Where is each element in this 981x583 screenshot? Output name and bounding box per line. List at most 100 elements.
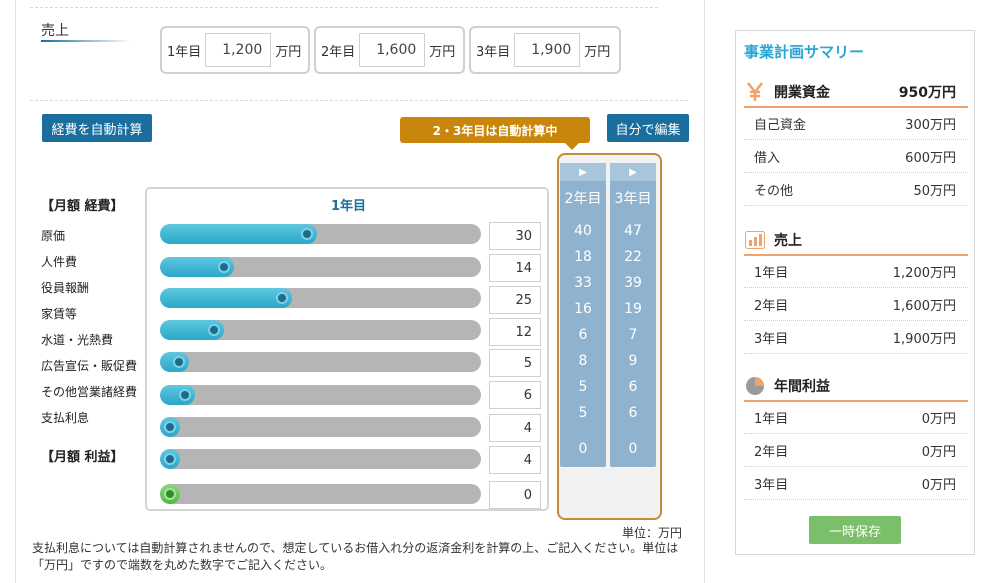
interest-note: 支払利息については自動計算されませんので、想定しているお借入れ分の返済金利を計算… — [32, 541, 679, 572]
year1-panel-title: 1年目 — [331, 199, 367, 214]
expense-slider-track[interactable] — [160, 224, 481, 244]
expense-value-input[interactable]: 4 — [489, 414, 541, 442]
year2-value: 5 — [578, 379, 588, 395]
sales-row: 3年目 1,900万円 — [744, 322, 968, 354]
year2-expand-icon[interactable]: ▶ — [560, 163, 606, 181]
expense-label: 支払利息 — [41, 411, 90, 425]
expense-value-input[interactable]: 4 — [489, 446, 541, 474]
slider-knob[interactable] — [164, 488, 176, 500]
slider-knob[interactable] — [179, 389, 191, 401]
unit-note: 単位：万円 — [622, 526, 683, 540]
row-value: 600万円 — [905, 151, 956, 166]
mid-divider — [30, 100, 688, 101]
year2-value: 16 — [574, 301, 592, 317]
profit-value-input[interactable]: 0 — [489, 481, 541, 509]
summary-title: 事業計画サマリー — [744, 43, 865, 61]
sales-year2-unit: 万円 — [429, 44, 456, 60]
row-label: 1年目 — [754, 266, 789, 281]
year2-value: 5 — [578, 405, 588, 421]
year2-value: 40 — [574, 223, 592, 239]
slider-fill — [160, 288, 292, 308]
auto-calc-button[interactable]: 経費を自動計算 — [42, 114, 152, 142]
expense-slider-track[interactable] — [160, 352, 481, 372]
row-label: 借入 — [754, 151, 781, 166]
row-value: 300万円 — [905, 118, 956, 133]
sales-label: 売上 — [41, 23, 69, 39]
capital-row: 借入 600万円 — [744, 141, 968, 173]
slider-knob[interactable] — [164, 421, 176, 433]
year2-column: ▶ 2年目 40 18 33 16 6 8 5 5 0 — [560, 163, 606, 467]
row-value: 1,600万円 — [892, 299, 956, 314]
sales-row: 2年目 1,600万円 — [744, 289, 968, 321]
expense-slider-track[interactable] — [160, 288, 481, 308]
sales-year3-input[interactable]: 1,900 — [514, 33, 581, 67]
slider-knob[interactable] — [173, 356, 185, 368]
self-edit-button[interactable]: 自分で編集 — [607, 114, 689, 142]
expense-label: その他営業諸経費 — [41, 385, 138, 399]
profit-slider-track[interactable] — [160, 484, 481, 504]
sales-year3-unit: 万円 — [584, 44, 611, 60]
save-button[interactable]: 一時保存 — [809, 516, 901, 544]
expense-value-input[interactable]: 30 — [489, 222, 541, 250]
profit-row: 3年目 0万円 — [744, 468, 968, 500]
expense-label: 役員報酬 — [41, 281, 90, 295]
capital-total: 950万円 — [898, 85, 956, 101]
capital-section-head: 開業資金 950万円 — [744, 78, 968, 108]
row-label: 1年目 — [754, 412, 789, 427]
top-divider — [30, 7, 658, 8]
expense-slider-track[interactable] — [160, 449, 481, 469]
year2-value: 6 — [578, 327, 588, 343]
year3-column: ▶ 3年目 47 22 39 19 7 9 6 6 0 — [610, 163, 656, 467]
profit-section-head: 年間利益 — [744, 372, 968, 402]
expense-slider-track[interactable] — [160, 385, 481, 405]
expense-label: 原価 — [41, 229, 66, 243]
sales-year3-box: 3年目 1,900 万円 — [469, 26, 621, 74]
row-value: 1,900万円 — [892, 332, 956, 347]
year2-value: 33 — [574, 275, 592, 291]
sales-year1-label: 1年目 — [167, 44, 202, 60]
slider-knob[interactable] — [301, 228, 313, 240]
year3-value: 0 — [628, 441, 638, 457]
sales-year3-label: 3年目 — [476, 44, 511, 60]
sales-year2-input[interactable]: 1,600 — [359, 33, 426, 67]
year3-value: 19 — [624, 301, 642, 317]
expense-value-input[interactable]: 25 — [489, 286, 541, 314]
bar-chart-icon — [744, 229, 766, 251]
expense-value-input[interactable]: 14 — [489, 254, 541, 282]
row-label: 3年目 — [754, 332, 789, 347]
expense-slider-track[interactable] — [160, 417, 481, 437]
year2-value: 18 — [574, 249, 592, 265]
sales-year2-label: 2年目 — [321, 44, 356, 60]
year3-value: 9 — [628, 353, 638, 369]
expense-label: 広告宣伝・販促費 — [41, 359, 138, 373]
year3-expand-icon[interactable]: ▶ — [610, 163, 656, 181]
year2-value: 8 — [578, 353, 588, 369]
sales-year1-unit: 万円 — [275, 44, 302, 60]
year3-value: 47 — [624, 223, 642, 239]
capital-row: 自己資金 300万円 — [744, 108, 968, 140]
expense-label: 水道・光熱費 — [41, 333, 114, 347]
slider-knob[interactable] — [208, 324, 220, 336]
year2-column-title: 2年目 — [564, 191, 602, 207]
expense-value-input[interactable]: 12 — [489, 318, 541, 346]
profit-head-label: 年間利益 — [774, 379, 830, 395]
slider-knob[interactable] — [164, 453, 176, 465]
sales-year2-box: 2年目 1,600 万円 — [314, 26, 465, 74]
row-value: 1,200万円 — [892, 266, 956, 281]
sales-section-head: 売上 — [744, 226, 968, 256]
sales-year1-input[interactable]: 1,200 — [205, 33, 272, 67]
row-label: 2年目 — [754, 299, 789, 314]
year3-value: 39 — [624, 275, 642, 291]
slider-knob[interactable] — [218, 261, 230, 273]
row-value: 0万円 — [921, 478, 956, 493]
expense-slider-track[interactable] — [160, 320, 481, 340]
year3-value: 6 — [628, 379, 638, 395]
expense-value-input[interactable]: 6 — [489, 381, 541, 409]
row-value: 50万円 — [913, 184, 956, 199]
row-label: その他 — [754, 184, 794, 199]
row-value: 0万円 — [921, 412, 956, 427]
expense-value-input[interactable]: 5 — [489, 349, 541, 377]
expense-slider-track[interactable] — [160, 257, 481, 277]
year2-value: 0 — [578, 441, 588, 457]
slider-knob[interactable] — [276, 292, 288, 304]
